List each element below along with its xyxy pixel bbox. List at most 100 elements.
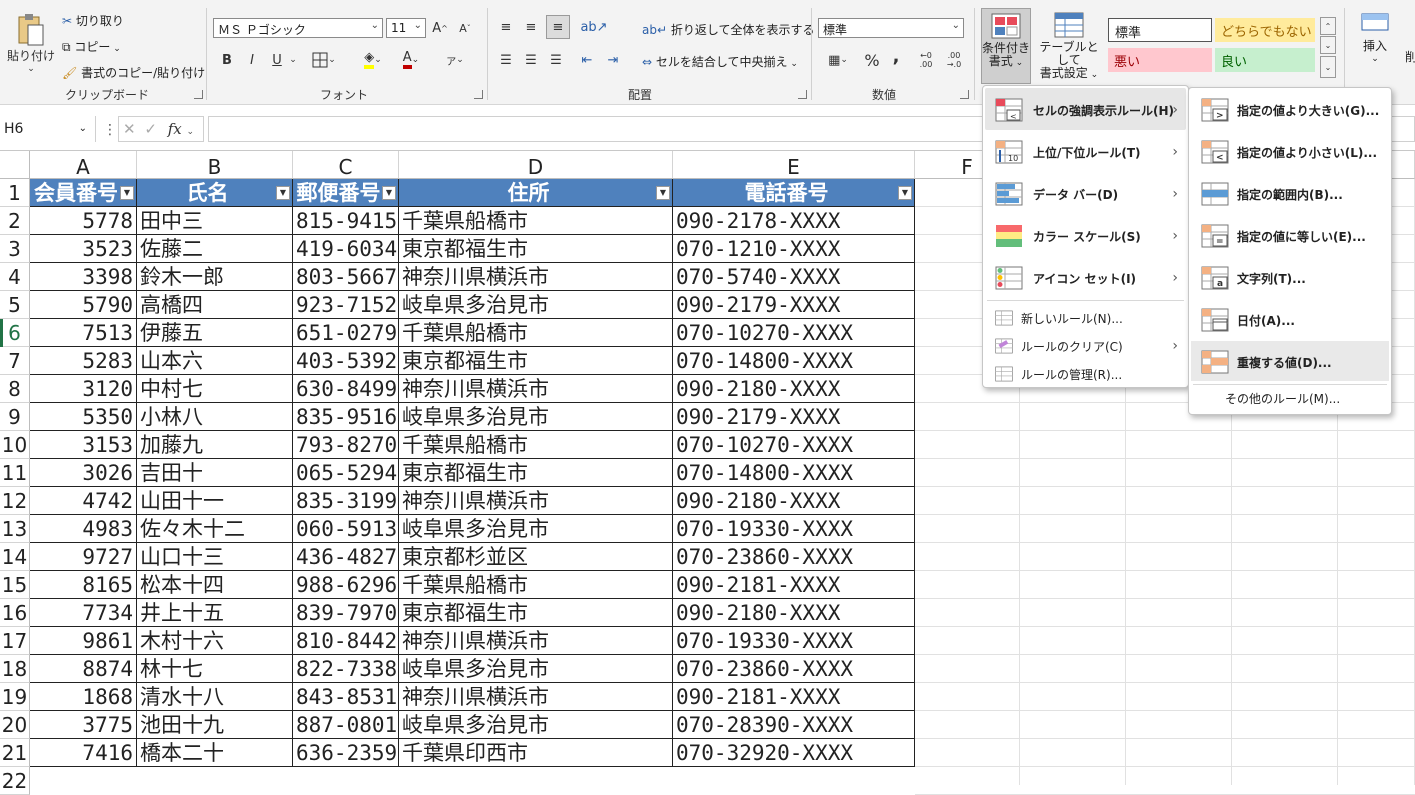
table-cell[interactable]: 070-1210-XXXX	[673, 235, 915, 263]
row-header-3[interactable]: 3	[0, 235, 30, 263]
table-cell[interactable]: 岐阜県多治見市	[399, 403, 673, 431]
merge-center-button[interactable]: ⇔ セルを結合して中央揃え ⌄	[642, 53, 798, 70]
row-header-1[interactable]: 1	[0, 179, 30, 207]
table-cell[interactable]: 4983	[30, 515, 137, 543]
header-cell[interactable]: 電話番号	[673, 179, 915, 207]
table-cell[interactable]: 山田十一	[137, 487, 293, 515]
highlight-rule-item[interactable]: a 文字列(T)...	[1189, 258, 1391, 298]
cf-menu-item[interactable]: カラー スケール(S) ›	[983, 216, 1188, 256]
fill-color-button[interactable]: ◈ ⌄	[355, 50, 391, 70]
column-header-A[interactable]: A	[30, 151, 137, 179]
chevron-down-icon[interactable]: ⌄	[288, 50, 298, 70]
table-cell[interactable]: 5283	[30, 347, 137, 375]
row-header-4[interactable]: 4	[0, 263, 30, 291]
more-rules-item[interactable]: その他のルール(M)...	[1225, 390, 1340, 407]
table-cell[interactable]: 1868	[30, 683, 137, 711]
cf-menu-small-item[interactable]: 新しいルール(N)...	[983, 304, 1188, 332]
table-cell[interactable]: 636-2359	[293, 739, 399, 767]
style-normal[interactable]: 標準	[1108, 18, 1212, 42]
filter-dropdown-icon[interactable]: ▼	[120, 186, 134, 200]
style-neutral[interactable]: どちらでもない	[1215, 18, 1315, 42]
table-cell[interactable]: 822-7338	[293, 655, 399, 683]
table-cell[interactable]: 839-7970	[293, 599, 399, 627]
table-cell[interactable]: 9861	[30, 627, 137, 655]
table-cell[interactable]: 8874	[30, 655, 137, 683]
table-cell[interactable]: 東京都福生市	[399, 459, 673, 487]
table-cell[interactable]: 815-9415	[293, 207, 399, 235]
clipboard-launcher-icon[interactable]	[194, 90, 203, 99]
table-cell[interactable]: 橋本二十	[137, 739, 293, 767]
table-cell[interactable]: 090-2179-XXXX	[673, 403, 915, 431]
font-launcher-icon[interactable]	[474, 90, 483, 99]
styles-more-icon[interactable]: ⌄	[1320, 56, 1336, 78]
table-cell[interactable]: 793-8270	[293, 431, 399, 459]
table-cell[interactable]: 東京都福生市	[399, 347, 673, 375]
table-cell[interactable]: 佐々木十二	[137, 515, 293, 543]
delete-label[interactable]: 削	[1405, 48, 1415, 65]
insert-function-icon[interactable]: fx	[168, 120, 182, 138]
row-header-16[interactable]: 16	[0, 599, 30, 627]
table-cell[interactable]: 神奈川県横浜市	[399, 263, 673, 291]
table-cell[interactable]: 東京都杉並区	[399, 543, 673, 571]
row-header-10[interactable]: 10	[0, 431, 30, 459]
row-header-21[interactable]: 21	[0, 739, 30, 767]
font-shrink-button[interactable]: Aˇ	[455, 18, 475, 38]
number-launcher-icon[interactable]	[960, 90, 969, 99]
conditional-formatting-button[interactable]: 条件付き 書式 ⌄	[981, 8, 1031, 84]
row-header-20[interactable]: 20	[0, 711, 30, 739]
table-cell[interactable]: 田中三	[137, 207, 293, 235]
table-cell[interactable]: 7513	[30, 319, 137, 347]
table-cell[interactable]: 070-10270-XXXX	[673, 319, 915, 347]
table-cell[interactable]: 5350	[30, 403, 137, 431]
table-cell[interactable]: 山本六	[137, 347, 293, 375]
table-cell[interactable]: 千葉県船橋市	[399, 319, 673, 347]
cf-menu-item[interactable]: データ バー(D) ›	[983, 174, 1188, 214]
table-cell[interactable]: 3523	[30, 235, 137, 263]
alignment-launcher-icon[interactable]	[798, 90, 807, 99]
table-cell[interactable]: 千葉県船橋市	[399, 207, 673, 235]
highlight-rule-item[interactable]: 指定の範囲内(B)...	[1189, 174, 1391, 214]
table-cell[interactable]: 5778	[30, 207, 137, 235]
column-header-D[interactable]: D	[399, 151, 673, 179]
table-cell[interactable]: 070-28390-XXXX	[673, 711, 915, 739]
table-cell[interactable]: 436-4827	[293, 543, 399, 571]
highlight-rule-item[interactable]: < 指定の値より小さい(L)...	[1189, 132, 1391, 172]
column-header-C[interactable]: C	[293, 151, 399, 179]
row-header-19[interactable]: 19	[0, 683, 30, 711]
table-cell[interactable]: 吉田十	[137, 459, 293, 487]
styles-scroll-down-icon[interactable]: ⌄	[1320, 36, 1336, 54]
cf-menu-item[interactable]: 10 上位/下位ルール(T) ›	[983, 132, 1188, 172]
row-header-2[interactable]: 2	[0, 207, 30, 235]
row-header-15[interactable]: 15	[0, 571, 30, 599]
table-cell[interactable]: 7416	[30, 739, 137, 767]
table-cell[interactable]: 9727	[30, 543, 137, 571]
table-cell[interactable]: 090-2181-XXXX	[673, 571, 915, 599]
table-cell[interactable]: 神奈川県横浜市	[399, 487, 673, 515]
table-cell[interactable]: 山口十三	[137, 543, 293, 571]
table-cell[interactable]: 070-19330-XXXX	[673, 515, 915, 543]
table-cell[interactable]: 070-23860-XXXX	[673, 655, 915, 683]
table-cell[interactable]: 木村十六	[137, 627, 293, 655]
table-cell[interactable]: 065-5294	[293, 459, 399, 487]
column-header-E[interactable]: E	[673, 151, 915, 179]
paste-button[interactable]: 貼り付け ⌄	[6, 8, 56, 78]
cancel-icon[interactable]: ✕	[123, 120, 136, 138]
table-cell[interactable]: 090-2178-XXXX	[673, 207, 915, 235]
table-cell[interactable]: 加藤九	[137, 431, 293, 459]
table-cell[interactable]: 835-9516	[293, 403, 399, 431]
table-cell[interactable]: 403-5392	[293, 347, 399, 375]
align-center-button[interactable]: ☰	[521, 50, 541, 70]
table-cell[interactable]: 岐阜県多治見市	[399, 291, 673, 319]
row-header-7[interactable]: 7	[0, 347, 30, 375]
table-cell[interactable]: 東京都福生市	[399, 599, 673, 627]
table-cell[interactable]: 清水十八	[137, 683, 293, 711]
table-cell[interactable]: 岐阜県多治見市	[399, 655, 673, 683]
header-cell[interactable]: 住所	[399, 179, 673, 207]
table-cell[interactable]: 井上十五	[137, 599, 293, 627]
decrease-indent-button[interactable]: ⇤	[577, 50, 597, 70]
cf-menu-item[interactable]: < セルの強調表示ルール(H) ›	[983, 90, 1188, 130]
decrease-decimal-button[interactable]: .00 →.0	[942, 50, 966, 70]
table-cell[interactable]: 3153	[30, 431, 137, 459]
table-cell[interactable]: 千葉県船橋市	[399, 571, 673, 599]
table-cell[interactable]: 070-10270-XXXX	[673, 431, 915, 459]
